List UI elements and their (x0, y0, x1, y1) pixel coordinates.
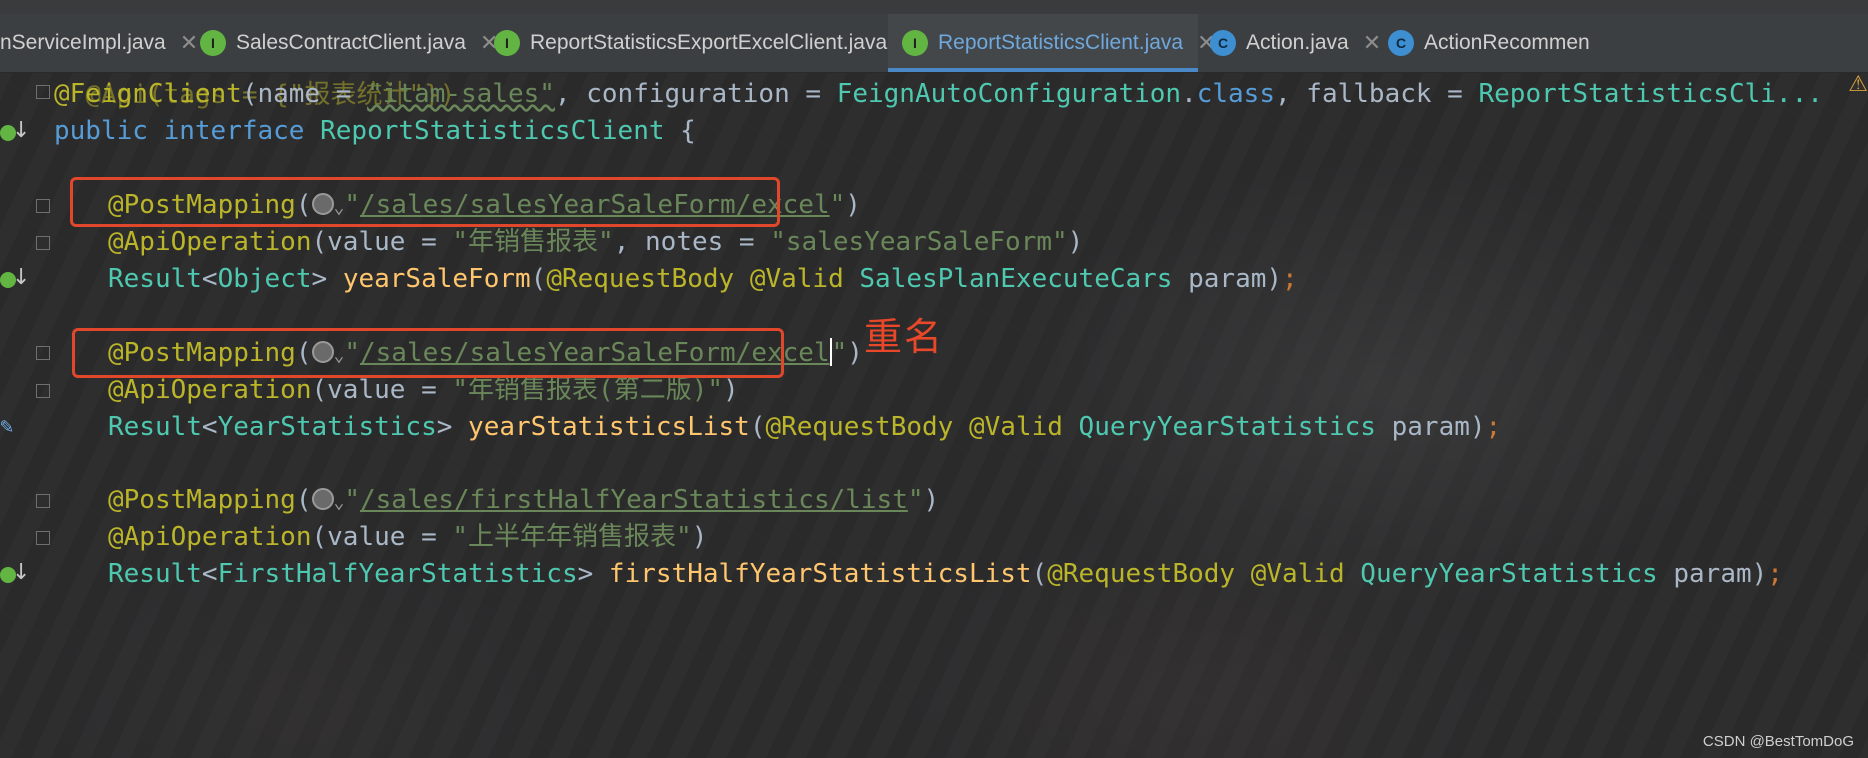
type-token: ReportStatisticsClient (320, 116, 665, 146)
code-text: (value = (311, 375, 453, 405)
type-token: ReportStatisticsCli... (1478, 79, 1823, 109)
method-name: firstHalfYearStatisticsList (608, 559, 1032, 589)
annotation-token: @Valid (968, 412, 1063, 442)
fold-icon[interactable] (36, 199, 50, 213)
type-token: Result (108, 559, 202, 589)
annotation-token: @PostMapping (108, 485, 296, 515)
interface-icon: I (902, 30, 928, 56)
type-token: Object (217, 264, 312, 294)
annotation-token: @FeignClient (54, 79, 242, 109)
duplicate-highlight-box (72, 328, 784, 378)
code-text: , configuration = (554, 79, 837, 109)
warning-icon[interactable]: ⚠ (1848, 72, 1868, 97)
code-text: , notes = (613, 227, 771, 257)
keyword-token: public (54, 116, 148, 146)
fold-icon[interactable] (36, 384, 50, 398)
type-token: QueryYearStatistics (1078, 412, 1376, 442)
code-line-method-2[interactable]: Result<YearStatistics> yearStatisticsLis… (108, 409, 1501, 446)
annotation-token: @ApiOperation (108, 375, 312, 405)
code-text: (value = (311, 522, 453, 552)
fold-icon[interactable] (36, 494, 50, 508)
class-icon: C (1388, 30, 1414, 56)
string-token: "上半年年销售报表" (452, 522, 692, 552)
code-text: (name = (241, 79, 368, 109)
code-line-api-operation-1[interactable]: @ApiOperation(value = "年销售报表", notes = "… (108, 224, 1083, 261)
keyword-token: class (1196, 79, 1275, 109)
annotation-token: @ApiOperation (108, 522, 312, 552)
annotation-token: @ApiOperation (108, 227, 312, 257)
code-text: { (664, 116, 696, 146)
tab-label: Action.java (1246, 31, 1349, 54)
type-token: YearStatistics (217, 412, 437, 442)
type-token: Result (108, 264, 202, 294)
fold-icon[interactable] (36, 531, 50, 545)
tab-report-statistics-export-excel-client[interactable]: I ReportStatisticsExportExcelClient.java… (494, 14, 920, 72)
tab-action-recommen[interactable]: C ActionRecommen (1388, 14, 1868, 72)
fold-icon[interactable] (36, 346, 50, 360)
keyword-token: interface (163, 116, 305, 146)
method-name: yearStatisticsList (468, 412, 750, 442)
tab-label: ActionRecommen (1424, 31, 1590, 54)
code-line-feign-client[interactable]: @FeignClient(name = "itam-sales", config… (54, 76, 1823, 113)
code-line-interface-decl[interactable]: public interface ReportStatisticsClient … (54, 113, 696, 150)
toolbar-strip (0, 0, 1868, 14)
interface-icon: I (494, 30, 520, 56)
annotation-token: @Valid (1250, 559, 1345, 589)
annotation-token: @RequestBody (765, 412, 954, 442)
fold-icon[interactable] (36, 85, 50, 99)
tab-label: ReportStatisticsClient.java (938, 31, 1184, 54)
down-arrow-icon[interactable]: ↓ (12, 560, 30, 585)
close-icon[interactable]: ✕ (1363, 30, 1381, 56)
code-line-post-mapping-3[interactable]: @PostMapping(⌄"/sales/firstHalfYearStati… (108, 482, 939, 519)
type-token: FeignAutoConfiguration (836, 79, 1182, 109)
string-token: "itam-sales" (367, 79, 555, 109)
annotation-token: @Valid (749, 264, 844, 294)
watermark: CSDN @BestTomDoG (1702, 733, 1854, 750)
duplicate-highlight-box (70, 177, 780, 227)
chevron-down-icon[interactable]: ⌄ (334, 492, 345, 513)
code-text: param) (1657, 559, 1768, 589)
code-text: , fallback = (1275, 79, 1479, 109)
globe-icon[interactable] (311, 488, 334, 510)
type-token: QueryYearStatistics (1360, 559, 1658, 589)
code-line-api-annotation[interactable]: @Api(tags = {"报表统计"}) (54, 40, 455, 110)
string-token: "salesYearSaleForm" (770, 227, 1068, 257)
duplicate-name-note: 重名 (864, 315, 945, 359)
code-text: . (1181, 79, 1197, 109)
type-token: Result (108, 412, 202, 442)
code-line-method-1[interactable]: Result<Object> yearSaleForm(@RequestBody… (108, 261, 1298, 298)
code-text: (value = (311, 227, 453, 257)
annotation-token: @RequestBody (546, 264, 735, 294)
type-token: SalesPlanExecuteCars (859, 264, 1173, 294)
url-token[interactable]: /sales/firstHalfYearStatistics/list (360, 485, 908, 515)
code-line-method-3[interactable]: Result<FirstHalfYearStatistics> firstHal… (108, 556, 1783, 593)
annotation-token: @RequestBody (1047, 559, 1236, 589)
method-name: yearSaleForm (342, 264, 531, 294)
type-token: FirstHalfYearStatistics (217, 559, 578, 589)
code-text: param) (1172, 264, 1283, 294)
tab-action[interactable]: C Action.java ✕ (1210, 14, 1381, 72)
fold-icon[interactable] (36, 236, 50, 250)
tab-report-statistics-client[interactable]: I ReportStatisticsClient.java ✕ (888, 14, 1216, 72)
down-arrow-icon[interactable]: ↓ (12, 118, 30, 143)
code-text: param) (1375, 412, 1486, 442)
string-token: "年销售报表(第二版)" (452, 375, 724, 405)
code-line-api-operation-3[interactable]: @ApiOperation(value = "上半年年销售报表") (108, 519, 707, 556)
class-icon: C (1210, 30, 1236, 56)
string-token: "年销售报表" (452, 227, 614, 257)
edit-pencil-icon[interactable]: ✎ (0, 414, 13, 439)
down-arrow-icon[interactable]: ↓ (12, 265, 30, 290)
tab-label: ReportStatisticsExportExcelClient.java (530, 31, 888, 54)
